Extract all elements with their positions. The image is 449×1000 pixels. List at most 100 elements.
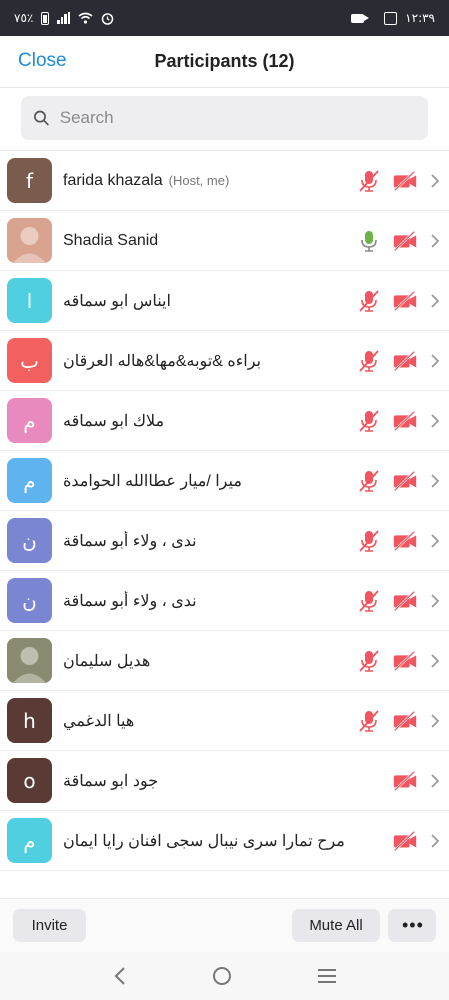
signal-icon (57, 12, 71, 24)
video-off-icon (392, 648, 418, 674)
header: Close Participants (12) (0, 36, 449, 88)
chevron-right-icon[interactable] (428, 348, 442, 374)
participant-name: جود ابو سماقة (63, 772, 159, 790)
search-bar[interactable] (21, 96, 428, 140)
chevron-right-icon[interactable] (428, 828, 442, 854)
mic-muted-icon (356, 168, 382, 194)
participant-row[interactable]: ب براءه &توبه&مها&هاله العرقان (0, 331, 449, 391)
video-off-icon (392, 828, 418, 854)
avatar: م (7, 458, 52, 503)
participant-name: ايناس ابو سماقه (63, 292, 171, 310)
home-icon[interactable] (212, 966, 232, 986)
page-title: Participants (12) (154, 51, 295, 71)
participant-name: Shadia Sanid (63, 231, 159, 249)
invite-button[interactable]: Invite (13, 909, 86, 942)
avatar-initial: ن (22, 588, 37, 613)
participant-name: هديل سليمان (63, 652, 151, 670)
avatar-initial: م (23, 408, 36, 433)
mic-muted-icon (356, 588, 382, 614)
avatar (7, 218, 52, 263)
back-icon[interactable] (113, 966, 127, 986)
avatar: ن (7, 578, 52, 623)
battery-percent: ٧٥٪ (14, 11, 34, 25)
mic-muted-icon (356, 648, 382, 674)
wifi-icon (78, 12, 93, 24)
video-off-icon (392, 168, 418, 194)
participant-row[interactable]: h هيا الدغمي (0, 691, 449, 751)
avatar-photo-icon (7, 218, 52, 263)
participant-row[interactable]: ا ايناس ابو سماقه (0, 271, 449, 331)
participant-row[interactable]: Shadia Sanid (0, 211, 449, 271)
avatar: م (7, 398, 52, 443)
search-container (0, 88, 449, 150)
avatar: ن (7, 518, 52, 563)
participant-row[interactable]: هديل سليمان (0, 631, 449, 691)
avatar: f (7, 158, 52, 203)
participant-name: هيا الدغمي (63, 712, 135, 730)
mic-on-icon (356, 228, 382, 254)
participant-name: farida khazala (63, 171, 163, 189)
video-off-icon (392, 588, 418, 614)
participant-name: ملاك ابو سماقه (63, 412, 165, 430)
avatar (7, 638, 52, 683)
system-nav-bar (0, 952, 449, 1000)
recents-menu-icon[interactable] (317, 968, 337, 984)
video-notification-icon (351, 13, 370, 23)
participant-row[interactable]: م ميرا /ميار عطاالله الحوامدة (0, 451, 449, 511)
close-button[interactable]: Close (18, 50, 67, 72)
avatar-initial: f (25, 168, 34, 193)
mute-all-button[interactable]: Mute All (292, 909, 380, 942)
participant-row[interactable]: o جود ابو سماقة (0, 751, 449, 811)
mic-muted-icon (356, 348, 382, 374)
mic-muted-icon (356, 288, 382, 314)
participant-role: (Host, me) (168, 172, 230, 188)
avatar: h (7, 698, 52, 743)
mic-muted-icon (356, 528, 382, 554)
video-off-icon (392, 348, 418, 374)
avatar-initial: ا (26, 288, 33, 313)
video-off-icon (392, 228, 418, 254)
participant-row[interactable]: ن ندى ، ولاء أبو سماقة (0, 511, 449, 571)
avatar: ب (7, 338, 52, 383)
chevron-right-icon[interactable] (428, 288, 442, 314)
chevron-right-icon[interactable] (428, 648, 442, 674)
participant-row[interactable]: f farida khazala (Host, me) (0, 151, 449, 211)
more-options-button[interactable]: ••• (388, 909, 436, 942)
avatar-photo-icon (7, 638, 52, 683)
search-input[interactable] (59, 108, 416, 128)
footer-toolbar: Invite Mute All ••• (0, 898, 449, 952)
participant-name: ندى ، ولاء أبو سماقة (63, 532, 197, 550)
avatar: م (7, 818, 52, 863)
status-left: ٧٥٪ (14, 11, 114, 25)
avatar-initial: o (23, 768, 36, 793)
participant-list: f farida khazala (Host, me) Shadia Sanid ا اي… (0, 150, 449, 871)
chevron-right-icon[interactable] (428, 528, 442, 554)
status-bar: ٧٥٪ ١٢:٣٩ (0, 0, 449, 36)
chevron-right-icon[interactable] (428, 228, 442, 254)
chevron-right-icon[interactable] (428, 708, 442, 734)
battery-icon (41, 11, 50, 25)
avatar-initial: ن (22, 528, 37, 553)
video-off-icon (392, 528, 418, 554)
participant-row[interactable]: م ملاك ابو سماقه (0, 391, 449, 451)
chevron-right-icon[interactable] (428, 588, 442, 614)
participant-name: براءه &توبه&مها&هاله العرقان (63, 352, 262, 370)
mic-muted-icon (356, 408, 382, 434)
mic-muted-icon (356, 468, 382, 494)
participant-row[interactable]: ن ندى ، ولاء أبو سماقة (0, 571, 449, 631)
chevron-right-icon[interactable] (428, 408, 442, 434)
chevron-right-icon[interactable] (428, 768, 442, 794)
chevron-right-icon[interactable] (428, 168, 442, 194)
status-time: ١٢:٣٩ (405, 11, 435, 25)
chevron-right-icon[interactable] (428, 468, 442, 494)
participant-row[interactable]: م مرح تمارا سرى نيبال سجى افنان رايا ايما… (0, 811, 449, 871)
video-off-icon (392, 708, 418, 734)
avatar: ا (7, 278, 52, 323)
video-off-icon (392, 468, 418, 494)
avatar: o (7, 758, 52, 803)
participant-name: ميرا /ميار عطاالله الحوامدة (63, 472, 242, 490)
participant-name: مرح تمارا سرى نيبال سجى افنان رايا ايمان (63, 832, 345, 850)
video-off-icon (392, 288, 418, 314)
status-right: ١٢:٣٩ (351, 11, 435, 25)
avatar-initial: h (23, 708, 36, 733)
